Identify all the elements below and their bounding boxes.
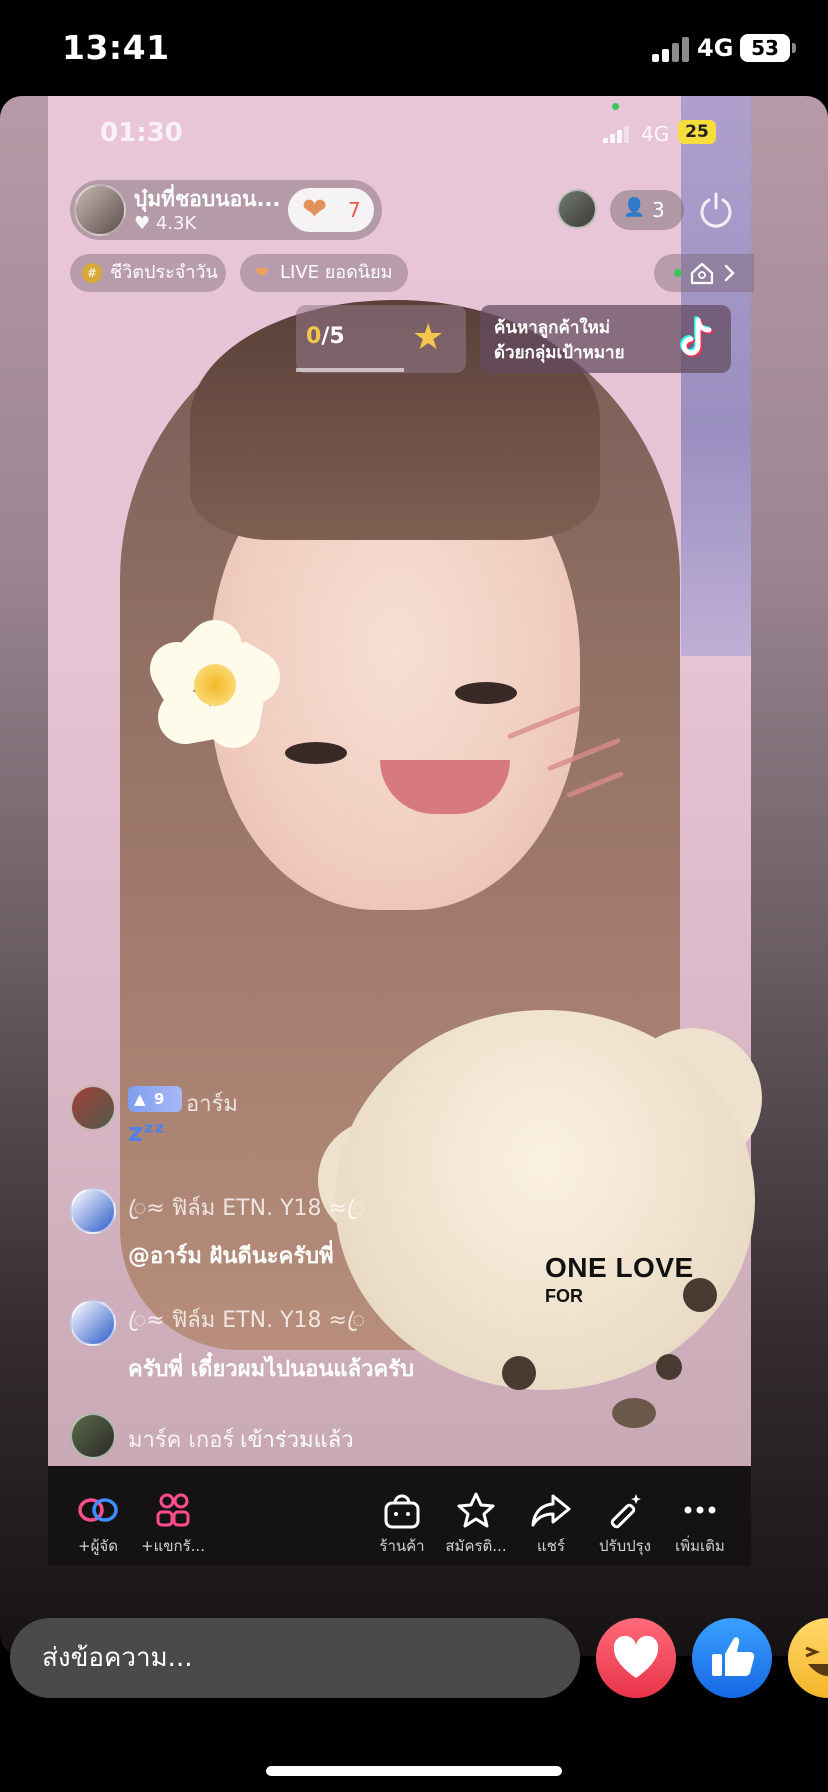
guests-button[interactable]: +แขกรั... bbox=[133, 1490, 213, 1558]
promo-line-2: ด้วยกลุ่มเป้าหมาย bbox=[494, 343, 625, 363]
chat-message: zᶻᶻ bbox=[128, 1118, 165, 1148]
chat-avatar[interactable] bbox=[70, 1300, 116, 1346]
gift-count: 7 bbox=[348, 198, 361, 222]
subscribe-star-icon bbox=[457, 1492, 495, 1528]
action-label: เพิ่มเติม bbox=[675, 1537, 725, 1555]
laugh-icon bbox=[805, 1646, 828, 1676]
haha-reaction-button[interactable] bbox=[788, 1618, 828, 1698]
chat-avatar[interactable] bbox=[70, 1085, 116, 1131]
goal-total: /5 bbox=[321, 324, 345, 349]
guests-icon bbox=[156, 1493, 190, 1527]
recorded-status-time: 01:30 bbox=[100, 118, 183, 148]
heart-reaction-button[interactable] bbox=[596, 1618, 676, 1698]
teddy-bear bbox=[335, 1010, 755, 1390]
gift-button[interactable] bbox=[288, 188, 374, 232]
home-indicator[interactable] bbox=[266, 1766, 562, 1776]
viewer-count: 3 bbox=[652, 198, 665, 222]
bear-eye bbox=[656, 1354, 682, 1380]
streamer-eye-left bbox=[285, 742, 347, 764]
action-label: แชร์ bbox=[537, 1537, 565, 1555]
chat-username[interactable]: ꦿ≈ ฟิล์ม ETN. Y18 ≈ꦿ bbox=[128, 1190, 365, 1236]
action-label: +ผู้จัด bbox=[78, 1537, 118, 1555]
chat-avatar[interactable] bbox=[70, 1188, 116, 1234]
action-label: ร้านค้า bbox=[379, 1537, 425, 1555]
battery-icon: 53 bbox=[740, 34, 790, 62]
thumbs-up-icon bbox=[712, 1637, 755, 1676]
hashtag-icon: # bbox=[82, 263, 102, 283]
level-icon: ▲ bbox=[134, 1090, 146, 1108]
action-label: ปรับปรุง bbox=[598, 1537, 651, 1555]
live-center-button[interactable] bbox=[654, 254, 754, 292]
chat-avatar[interactable] bbox=[70, 1413, 116, 1459]
shop-bag-icon bbox=[384, 1494, 420, 1529]
goal-progress: 0/5 bbox=[306, 324, 345, 349]
subscribe-button[interactable]: สมัครติ... bbox=[436, 1490, 516, 1558]
home-icon bbox=[674, 262, 735, 285]
chat-username[interactable]: มาร์ค เกอร์ bbox=[128, 1422, 234, 1457]
host-name[interactable]: บุ๋มที่ชอบนอน... bbox=[134, 183, 280, 216]
chat-message: @อาร์ม ฝันดีนะครับพี่ bbox=[128, 1244, 334, 1269]
more-icon bbox=[684, 1506, 716, 1514]
recorded-battery-icon: 25 bbox=[678, 120, 716, 144]
heart-icon: ❤ bbox=[302, 192, 328, 227]
viewer-count-pill[interactable] bbox=[610, 190, 684, 230]
background-curtain bbox=[681, 96, 751, 656]
heart-icon: ❤ bbox=[255, 263, 269, 282]
heart-icon bbox=[613, 1635, 659, 1678]
bear-nose bbox=[612, 1398, 656, 1428]
camera-indicator bbox=[612, 103, 619, 110]
enhance-wand-icon bbox=[610, 1494, 641, 1529]
promo-line-1: ค้นหาลูกค้าใหม่ bbox=[494, 318, 611, 338]
recorded-network-type: 4G bbox=[641, 122, 670, 146]
share-button[interactable]: แชร์ bbox=[511, 1490, 591, 1558]
goal-current: 0 bbox=[306, 324, 322, 349]
power-icon[interactable] bbox=[696, 190, 736, 230]
action-label: +แขกรั... bbox=[141, 1537, 205, 1555]
chat-username[interactable]: อาร์ม bbox=[186, 1086, 238, 1121]
viewer-avatar[interactable] bbox=[557, 189, 597, 229]
chat-username[interactable]: ꦿ≈ ฟิล์ม ETN. Y18 ≈ꦿ bbox=[128, 1302, 365, 1348]
battery-tip bbox=[792, 43, 796, 53]
signal-icon bbox=[652, 36, 690, 62]
like-reaction-button[interactable] bbox=[692, 1618, 772, 1698]
tag-popular-live[interactable]: ❤ LIVE ยอดนิยม bbox=[240, 254, 408, 292]
cohost-button[interactable]: +ผู้จัด bbox=[58, 1490, 138, 1558]
enhance-button[interactable]: ปรับปรุง bbox=[585, 1490, 665, 1558]
shop-button[interactable]: ร้านค้า bbox=[362, 1490, 442, 1558]
status-time: 13:41 bbox=[62, 28, 170, 67]
bear-eye bbox=[502, 1356, 536, 1390]
chat-message: ครับพี่ เดี๋ยวผมไปนอนแล้วครับ bbox=[128, 1357, 414, 1382]
tag-label: ชีวิตประจำวัน bbox=[110, 262, 218, 283]
host-likes-count: 4.3K bbox=[155, 213, 197, 234]
tag-daily-life[interactable]: # ชีวิตประจำวัน bbox=[70, 254, 226, 292]
tag-label: LIVE ยอดนิยม bbox=[280, 262, 393, 283]
share-icon bbox=[531, 1494, 571, 1527]
person-icon: 👤 bbox=[623, 197, 646, 218]
recorded-signal-icon bbox=[603, 125, 629, 143]
cohost-link-icon bbox=[78, 1498, 118, 1522]
message-input[interactable]: ส่งข้อความ... bbox=[10, 1618, 580, 1698]
more-button[interactable]: เพิ่มเติม bbox=[660, 1490, 740, 1558]
streamer-eye-right bbox=[455, 682, 517, 704]
host-avatar[interactable] bbox=[74, 184, 126, 236]
action-label: สมัครติ... bbox=[445, 1537, 507, 1555]
star-icon: ★ bbox=[412, 317, 445, 358]
shirt-print: ONE LOVE bbox=[545, 1252, 694, 1283]
host-likes: ♥ 4.3K bbox=[134, 213, 197, 234]
shirt-print-sub: FOR bbox=[545, 1286, 583, 1306]
device-status-bar: 13:41 4G 53 bbox=[0, 0, 828, 96]
goal-progress-bar bbox=[296, 368, 404, 372]
join-message: เข้าร่วมแล้ว bbox=[240, 1428, 354, 1453]
network-type: 4G bbox=[697, 34, 734, 62]
flower-sticker bbox=[140, 608, 290, 753]
tiktok-logo-icon bbox=[680, 316, 713, 357]
